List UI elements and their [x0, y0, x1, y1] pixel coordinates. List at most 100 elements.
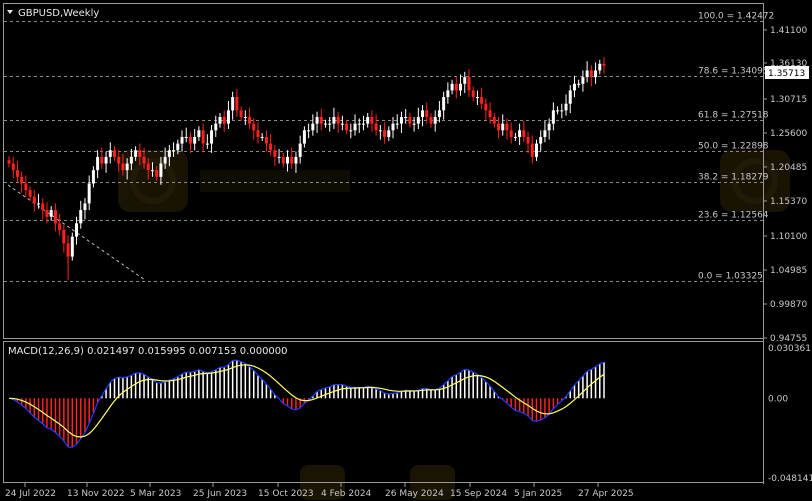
candle[interactable] — [248, 107, 252, 129]
candle[interactable] — [104, 151, 108, 173]
candle[interactable] — [41, 198, 45, 220]
candle[interactable] — [421, 105, 425, 127]
candle[interactable] — [395, 114, 399, 129]
candle[interactable] — [585, 61, 589, 83]
candle[interactable] — [509, 122, 513, 144]
candle[interactable] — [193, 128, 197, 151]
candle[interactable] — [378, 124, 382, 140]
candle[interactable] — [454, 77, 458, 99]
candle[interactable] — [11, 156, 15, 179]
candle[interactable] — [442, 91, 446, 120]
chart-canvas[interactable]: 100.0 = 1.42472 78.6 = 1.34095 61.8 = 1.27… — [0, 0, 812, 501]
candle[interactable] — [484, 98, 488, 120]
candle[interactable] — [214, 115, 218, 137]
candle[interactable] — [62, 224, 66, 253]
candle[interactable] — [315, 111, 319, 133]
candle[interactable] — [534, 139, 538, 161]
candle[interactable] — [281, 152, 285, 168]
candle[interactable] — [361, 115, 365, 131]
candle[interactable] — [526, 131, 530, 153]
dropdown-triangle-icon[interactable] — [7, 10, 13, 14]
candle[interactable] — [383, 122, 387, 144]
candle[interactable] — [24, 175, 28, 197]
candle[interactable] — [374, 114, 378, 136]
candle[interactable] — [20, 171, 24, 193]
candle[interactable] — [433, 110, 437, 132]
candle[interactable] — [332, 107, 336, 129]
candle[interactable] — [87, 175, 91, 211]
candle[interactable] — [467, 69, 471, 98]
candle[interactable] — [239, 106, 243, 121]
candle[interactable] — [269, 134, 273, 156]
candle[interactable] — [290, 147, 294, 169]
candle[interactable] — [408, 113, 412, 128]
candle[interactable] — [551, 102, 555, 131]
candle[interactable] — [471, 86, 475, 102]
candle[interactable] — [32, 190, 36, 212]
candle[interactable] — [572, 75, 576, 98]
candle[interactable] — [349, 123, 353, 139]
candle[interactable] — [366, 113, 370, 128]
candle[interactable] — [58, 214, 62, 236]
candle[interactable] — [319, 109, 323, 131]
candle[interactable] — [581, 70, 585, 92]
candle[interactable] — [256, 122, 260, 144]
candle[interactable] — [598, 59, 602, 75]
candle[interactable] — [492, 113, 496, 128]
candle[interactable] — [370, 110, 374, 132]
candle[interactable] — [399, 111, 403, 133]
candle[interactable] — [49, 206, 53, 221]
candle[interactable] — [501, 114, 505, 136]
candle[interactable] — [294, 151, 298, 173]
candle[interactable] — [201, 123, 205, 152]
candle[interactable] — [7, 156, 11, 168]
candle[interactable] — [518, 123, 522, 145]
candle[interactable] — [231, 91, 235, 120]
candle[interactable] — [100, 147, 104, 169]
candle[interactable] — [404, 109, 408, 124]
candle[interactable] — [226, 101, 230, 129]
candle[interactable] — [475, 90, 479, 106]
candle[interactable] — [387, 126, 391, 141]
candle[interactable] — [53, 203, 57, 232]
candle[interactable] — [539, 130, 543, 152]
candle[interactable] — [340, 115, 344, 131]
candle[interactable] — [96, 150, 100, 179]
candle[interactable] — [463, 71, 467, 94]
candle[interactable] — [564, 94, 568, 116]
candle[interactable] — [437, 101, 441, 123]
candle[interactable] — [345, 119, 349, 135]
candle[interactable] — [264, 130, 268, 152]
candle[interactable] — [336, 111, 340, 133]
candle[interactable] — [15, 160, 19, 183]
candle[interactable] — [273, 144, 277, 167]
candle[interactable] — [547, 118, 551, 140]
candle[interactable] — [560, 103, 564, 119]
candle[interactable] — [197, 126, 201, 141]
candle[interactable] — [260, 132, 264, 141]
candle[interactable] — [302, 126, 306, 148]
candle[interactable] — [543, 120, 547, 143]
candle[interactable] — [252, 118, 256, 140]
candle[interactable] — [286, 150, 290, 172]
candle[interactable] — [412, 117, 416, 132]
candle[interactable] — [505, 118, 509, 140]
candle[interactable] — [28, 186, 32, 201]
candle[interactable] — [79, 200, 83, 229]
candle[interactable] — [568, 85, 572, 114]
candle[interactable] — [446, 82, 450, 104]
candle[interactable] — [594, 62, 598, 84]
candle[interactable] — [188, 131, 192, 153]
candle[interactable] — [513, 132, 517, 141]
candle[interactable] — [243, 110, 247, 125]
candle[interactable] — [416, 107, 420, 129]
candle[interactable] — [184, 127, 188, 143]
candle[interactable] — [91, 166, 95, 188]
candle[interactable] — [235, 89, 239, 118]
candle[interactable] — [83, 198, 87, 220]
candle[interactable] — [353, 114, 357, 136]
candle[interactable] — [556, 106, 560, 115]
candle[interactable] — [218, 113, 222, 128]
candle[interactable] — [70, 232, 74, 261]
candle[interactable] — [298, 135, 302, 164]
